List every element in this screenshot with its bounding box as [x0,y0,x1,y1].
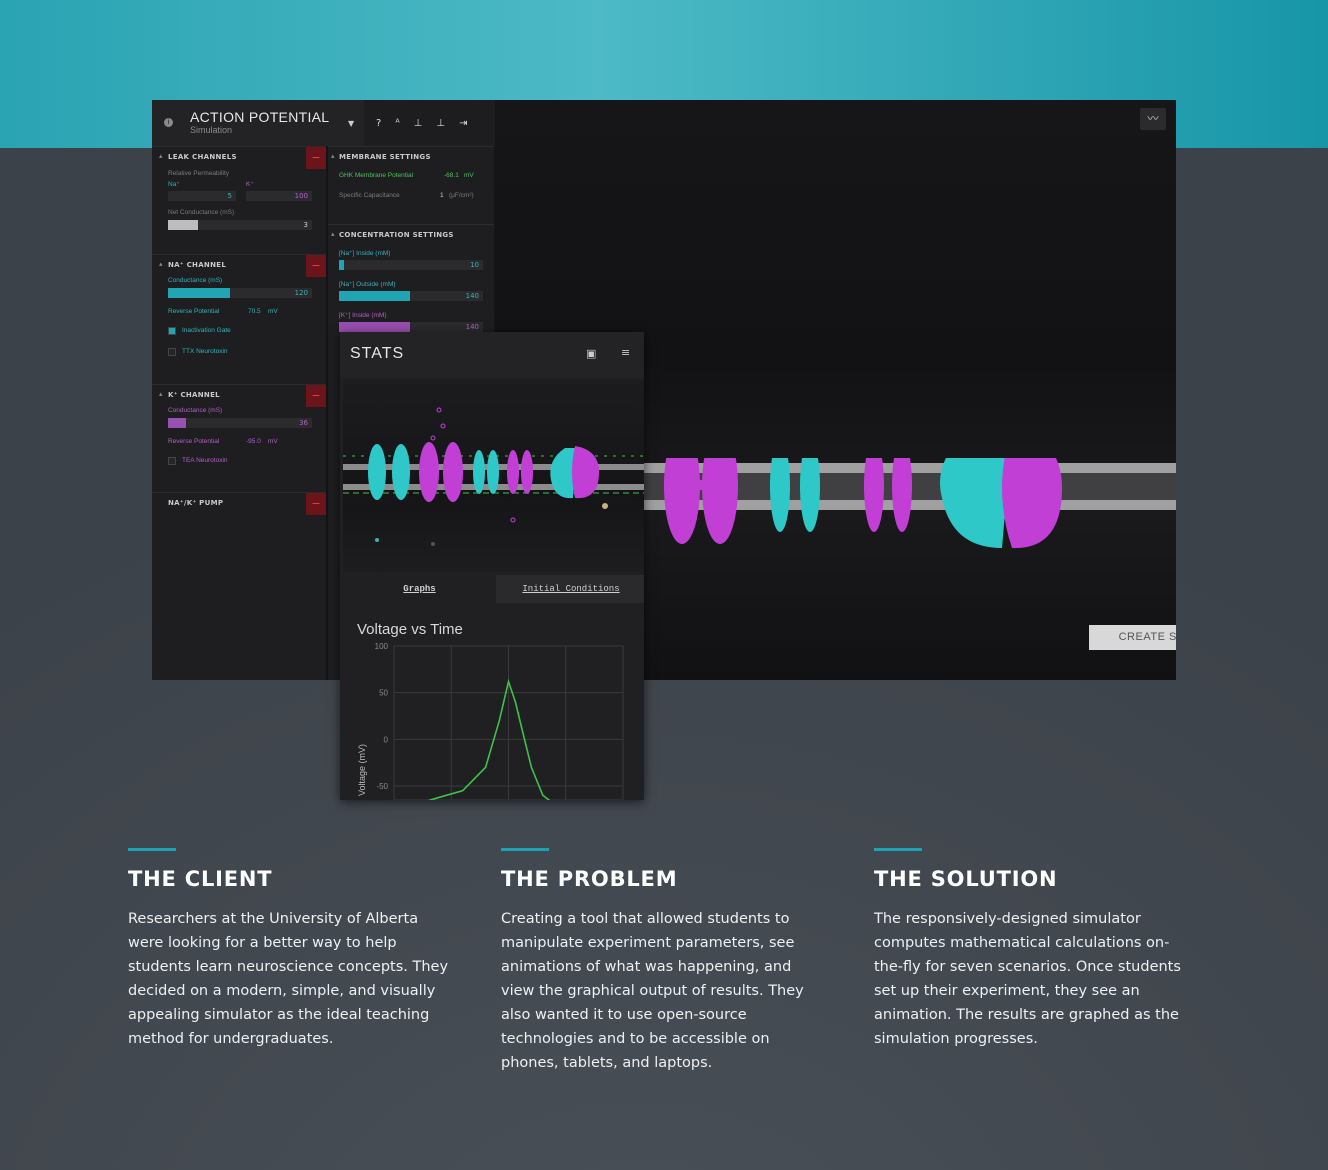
na-outside-slider[interactable]: 140 [339,291,483,301]
remove-icon[interactable]: − [306,385,326,407]
collapse-icon[interactable]: ▴ [159,152,163,160]
client-heading: THE CLIENT [128,867,273,891]
y-tick-label: 0 [384,735,389,744]
inactivation-gate-checkbox[interactable] [168,327,176,335]
k-permeability-input[interactable]: 100 [246,191,312,201]
na-k-pump-protein [940,458,1062,549]
tab-graphs[interactable]: Graphs [343,575,496,603]
y-tick-label: 50 [379,689,388,698]
y-tick-label: -50 [376,782,388,791]
app-header: i ACTION POTENTIAL Simulation ▼ ? ᴬ ⊥ ⊥ … [152,100,495,146]
voltage-chart-svg: Voltage vs Time Voltage (mV) 100 50 0 -50 [357,621,624,805]
na-permeability-input[interactable]: 5 [168,191,236,201]
remove-icon[interactable]: − [306,493,326,515]
voltage-series-line [394,678,601,805]
na-k-pump-section[interactable]: NA⁺/K⁺ PUMP − [152,492,326,515]
accent-bar [501,848,549,851]
y-axis-label: Voltage (mV) [357,744,367,796]
na-inside-slider[interactable]: 10 [339,260,483,270]
problem-heading: THE PROBLEM [501,867,678,891]
concentration-settings-section[interactable]: ▴ CONCENTRATION SETTINGS [328,224,494,246]
na-conductance-slider[interactable]: 120 [168,288,312,298]
k-inside-slider[interactable]: 140 [339,322,483,332]
app-subtitle: Simulation [190,125,233,135]
remove-icon[interactable]: − [306,255,326,277]
waveform-icon[interactable]: 〰 [1140,108,1166,130]
channel-settings-panel: ▴ LEAK CHANNELS − Relative Permeability … [152,146,326,680]
k-conductance-slider[interactable]: 36 [168,418,312,428]
solution-heading: THE SOLUTION [874,867,1058,891]
simulator-window: 〰 CREATE SIMULATION [152,100,1176,680]
ttx-checkbox[interactable] [168,348,176,356]
pdf-icon[interactable]: ▣ [586,347,596,360]
font-size-icon[interactable]: ᴬ [395,118,399,129]
stats-animation [343,380,644,572]
net-conductance-slider[interactable]: 3 [168,220,312,230]
client-body: Researchers at the University of Alberta… [128,911,449,1047]
create-simulation-button[interactable]: CREATE SIMULATION [1089,625,1176,650]
remove-icon[interactable]: − [306,147,326,169]
exit-icon[interactable]: ⇥ [459,118,467,129]
accent-bar [874,848,922,851]
client-section: THE CLIENT Researchers at the University… [128,848,468,1051]
problem-section: THE PROBLEM Creating a tool that allowed… [501,848,841,1075]
download-icon[interactable]: ⊥ [414,118,423,129]
solution-section: THE SOLUTION The responsively-designed s… [874,848,1214,1051]
accent-bar [128,848,176,851]
leak-channels-section[interactable]: ▴ LEAK CHANNELS − [152,146,326,169]
tea-checkbox[interactable] [168,457,176,465]
menu-icon[interactable]: ≡ [621,346,630,359]
voltage-chart: Voltage vs Time Voltage (mV) 100 50 0 -50 [343,604,644,805]
upload-icon[interactable]: ⊥ [436,118,445,129]
info-icon[interactable]: i [164,118,173,127]
stats-title: STATS [350,345,405,362]
problem-body: Creating a tool that allowed students to… [501,911,804,1071]
chevron-down-icon[interactable]: ▼ [348,119,354,128]
stats-tabs: Graphs Initial Conditions [343,575,644,603]
membrane-illustration [642,458,1176,549]
na-channel-section[interactable]: ▴ NA⁺ CHANNEL − [152,254,326,277]
solution-body: The responsively-designed simulator compu… [874,911,1181,1047]
membrane-settings-section[interactable]: ▴ MEMBRANE SETTINGS [328,146,494,168]
stats-header: STATS ▣ ≡ [340,332,644,378]
help-icon[interactable]: ? [376,118,381,129]
y-tick-label: 100 [375,642,389,651]
app-title: ACTION POTENTIAL [190,109,330,125]
stats-panel: STATS ▣ ≡ Graphs Initial Conditions Volt… [340,332,644,805]
mini-membrane-illustration [343,407,644,546]
toolbar: ? ᴬ ⊥ ⊥ ⇥ [364,100,495,146]
tab-initial-conditions[interactable]: Initial Conditions [498,575,644,603]
chart-title: Voltage vs Time [357,621,463,638]
k-channel-section[interactable]: ▴ K⁺ CHANNEL − [152,384,326,407]
